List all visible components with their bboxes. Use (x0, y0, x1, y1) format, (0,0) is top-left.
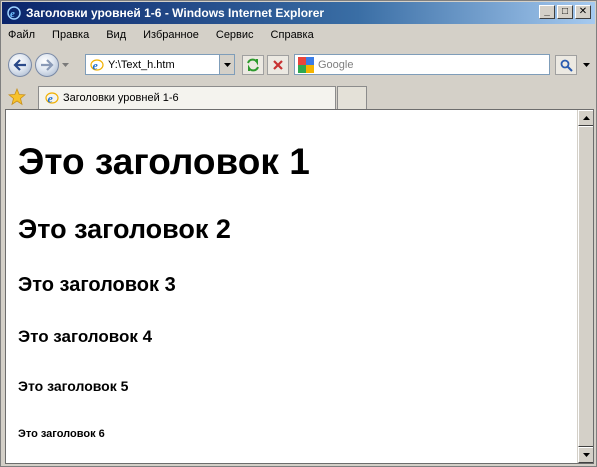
search-box[interactable]: Google (294, 54, 550, 75)
page-icon: e (89, 57, 105, 73)
window-title: Заголовки уровней 1-6 - Windows Internet… (26, 6, 325, 20)
history-dropdown-button[interactable] (61, 61, 70, 69)
chevron-down-icon (582, 63, 590, 67)
heading-3: Это заголовок 3 (18, 274, 176, 296)
menu-tools[interactable]: Сервис (216, 29, 254, 41)
scrollbar-thumb[interactable] (578, 126, 593, 447)
search-options-dropdown[interactable] (579, 55, 593, 75)
chevron-down-icon (223, 62, 231, 67)
chevron-down-icon (62, 63, 69, 67)
refresh-button[interactable] (242, 55, 264, 75)
menu-favorites[interactable]: Избранное (143, 29, 199, 41)
close-button[interactable]: ✕ (575, 5, 591, 19)
ie-logo-icon: e (6, 5, 22, 21)
arrow-up-icon (582, 116, 590, 120)
address-dropdown-button[interactable] (219, 55, 234, 74)
page-icon: e (44, 90, 60, 106)
forward-arrow-icon (41, 59, 54, 71)
stop-icon (273, 60, 283, 70)
new-tab-button[interactable] (337, 86, 367, 109)
ie-window: e Заголовки уровней 1-6 - Windows Intern… (0, 0, 597, 467)
minimize-button[interactable]: _ (539, 5, 555, 19)
google-icon (298, 56, 314, 73)
menu-view[interactable]: Вид (106, 29, 126, 41)
magnifier-icon (560, 59, 573, 72)
heading-6: Это заголовок 6 (18, 428, 105, 440)
scroll-up-button[interactable] (578, 110, 593, 126)
tab-current-page[interactable]: e Заголовки уровней 1-6 (38, 86, 336, 109)
svg-text:e: e (48, 92, 54, 106)
page-content: Это заголовок 1 Это заголовок 2 Это заго… (6, 110, 579, 463)
address-bar[interactable]: e Y:\Text_h.htm (85, 54, 235, 75)
back-button[interactable] (8, 53, 32, 77)
forward-button[interactable] (35, 53, 59, 77)
heading-5: Это заголовок 5 (18, 378, 129, 394)
address-input[interactable]: Y:\Text_h.htm (108, 59, 219, 71)
arrow-down-icon (582, 453, 590, 457)
menu-file[interactable]: Файл (8, 29, 35, 41)
title-bar[interactable]: e Заголовки уровней 1-6 - Windows Intern… (2, 2, 595, 24)
svg-text:e: e (10, 8, 15, 20)
refresh-icon (247, 58, 259, 72)
heading-2: Это заголовок 2 (18, 214, 231, 244)
menu-edit[interactable]: Правка (52, 29, 89, 41)
favorites-star-icon[interactable] (7, 87, 27, 106)
navigation-bar: e Y:\Text_h.htm Google (2, 49, 595, 81)
search-input[interactable]: Google (318, 59, 353, 71)
svg-text:e: e (93, 58, 99, 72)
heading-4: Это заголовок 4 (18, 327, 153, 346)
search-button[interactable] (555, 55, 577, 75)
menu-help[interactable]: Справка (271, 29, 314, 41)
scroll-down-button[interactable] (578, 447, 593, 463)
tab-bar: e Заголовки уровней 1-6 (2, 85, 595, 109)
page-viewport: Это заголовок 1 Это заголовок 2 Это заго… (5, 109, 594, 464)
back-arrow-icon (13, 59, 26, 71)
tab-label: Заголовки уровней 1-6 (63, 92, 179, 104)
heading-1: Это заголовок 1 (18, 141, 310, 182)
stop-button[interactable] (267, 55, 289, 75)
vertical-scrollbar[interactable] (577, 110, 593, 463)
menu-bar: Файл Правка Вид Избранное Сервис Справка (2, 25, 595, 45)
maximize-button[interactable]: □ (557, 5, 573, 19)
